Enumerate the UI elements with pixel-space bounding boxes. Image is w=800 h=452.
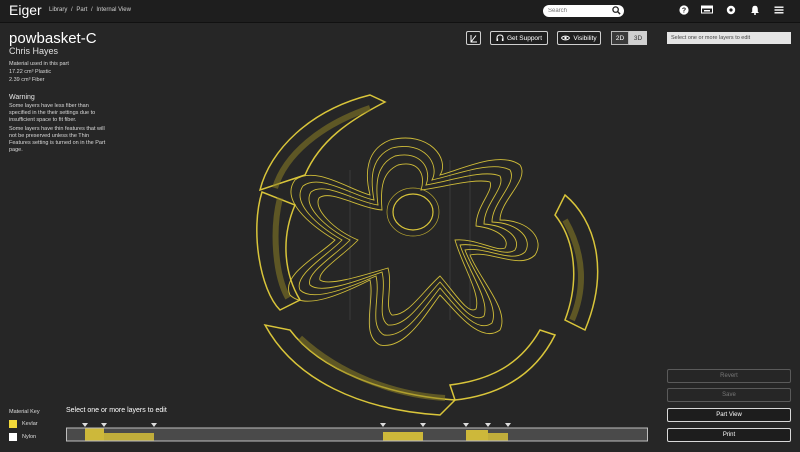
breadcrumb-separator: / — [91, 7, 93, 13]
breadcrumb: Library / Part / Internal View — [49, 7, 133, 13]
material-heading: Material used in this part — [9, 61, 69, 67]
print-button[interactable]: Print — [667, 428, 791, 442]
warning-title: Warning — [9, 94, 35, 101]
section-cut-icon — [470, 34, 477, 42]
layer-select-label: Select one or more layers to edit — [66, 407, 167, 414]
revert-button[interactable]: Revert — [667, 369, 791, 383]
part-view-button[interactable]: Part View — [667, 408, 791, 422]
fiber-volume: 2.39 cm³ Fiber — [9, 77, 45, 83]
help-icon[interactable]: ? — [679, 5, 689, 15]
search-input[interactable] — [548, 6, 612, 16]
top-bar: Eiger Library / Part / Internal View ? — [0, 0, 800, 23]
brand-logo[interactable]: Eiger — [9, 2, 42, 18]
nylon-swatch — [9, 433, 17, 441]
layer-timeline[interactable] — [66, 421, 648, 443]
kevlar-label: Kevlar — [22, 421, 38, 427]
part-viewer-canvas[interactable] — [200, 80, 620, 420]
view-2d-button[interactable]: 2D — [611, 31, 629, 45]
part-author: Chris Hayes — [9, 46, 59, 56]
view-3d-button[interactable]: 3D — [629, 31, 647, 45]
part-model — [256, 94, 599, 416]
eye-icon — [561, 35, 571, 41]
headset-icon — [496, 34, 504, 41]
get-support-label: Get Support — [506, 34, 543, 42]
search-icon[interactable] — [612, 6, 621, 15]
layer-markers — [82, 423, 511, 427]
menu-icon[interactable] — [774, 5, 784, 15]
breadcrumb-separator: / — [71, 7, 73, 13]
save-button[interactable]: Save — [667, 388, 791, 402]
layer-select-dropdown[interactable]: Select one or more layers to edit — [667, 32, 791, 44]
settings-icon[interactable] — [726, 5, 736, 15]
kevlar-swatch — [9, 420, 17, 428]
search-box — [543, 5, 624, 17]
view-mode-toggle: 2D 3D — [611, 31, 647, 45]
breadcrumb-internal-view: Internal View — [96, 7, 131, 13]
bell-icon[interactable] — [750, 5, 760, 15]
material-key-title: Material Key — [9, 409, 40, 415]
breadcrumb-library[interactable]: Library — [49, 7, 67, 13]
material-key-kevlar: Kevlar — [9, 420, 38, 428]
printer-icon[interactable] — [701, 5, 713, 15]
breadcrumb-part[interactable]: Part — [76, 7, 87, 13]
section-view-button[interactable] — [466, 31, 481, 45]
svg-text:?: ? — [682, 8, 686, 15]
visibility-label: Visibility — [573, 34, 597, 42]
warning-fiber-text: Some layers have less fiber than specifi… — [9, 103, 96, 123]
get-support-button[interactable]: Get Support — [490, 31, 548, 45]
material-key-nylon: Nylon — [9, 433, 36, 441]
part-title: powbasket-C — [9, 30, 97, 47]
plastic-volume: 17.22 cm³ Plastic — [9, 69, 52, 75]
visibility-button[interactable]: Visibility — [557, 31, 601, 45]
nylon-label: Nylon — [22, 434, 37, 440]
warning-thin-features-text: Some layers have thin features that will… — [9, 126, 106, 153]
